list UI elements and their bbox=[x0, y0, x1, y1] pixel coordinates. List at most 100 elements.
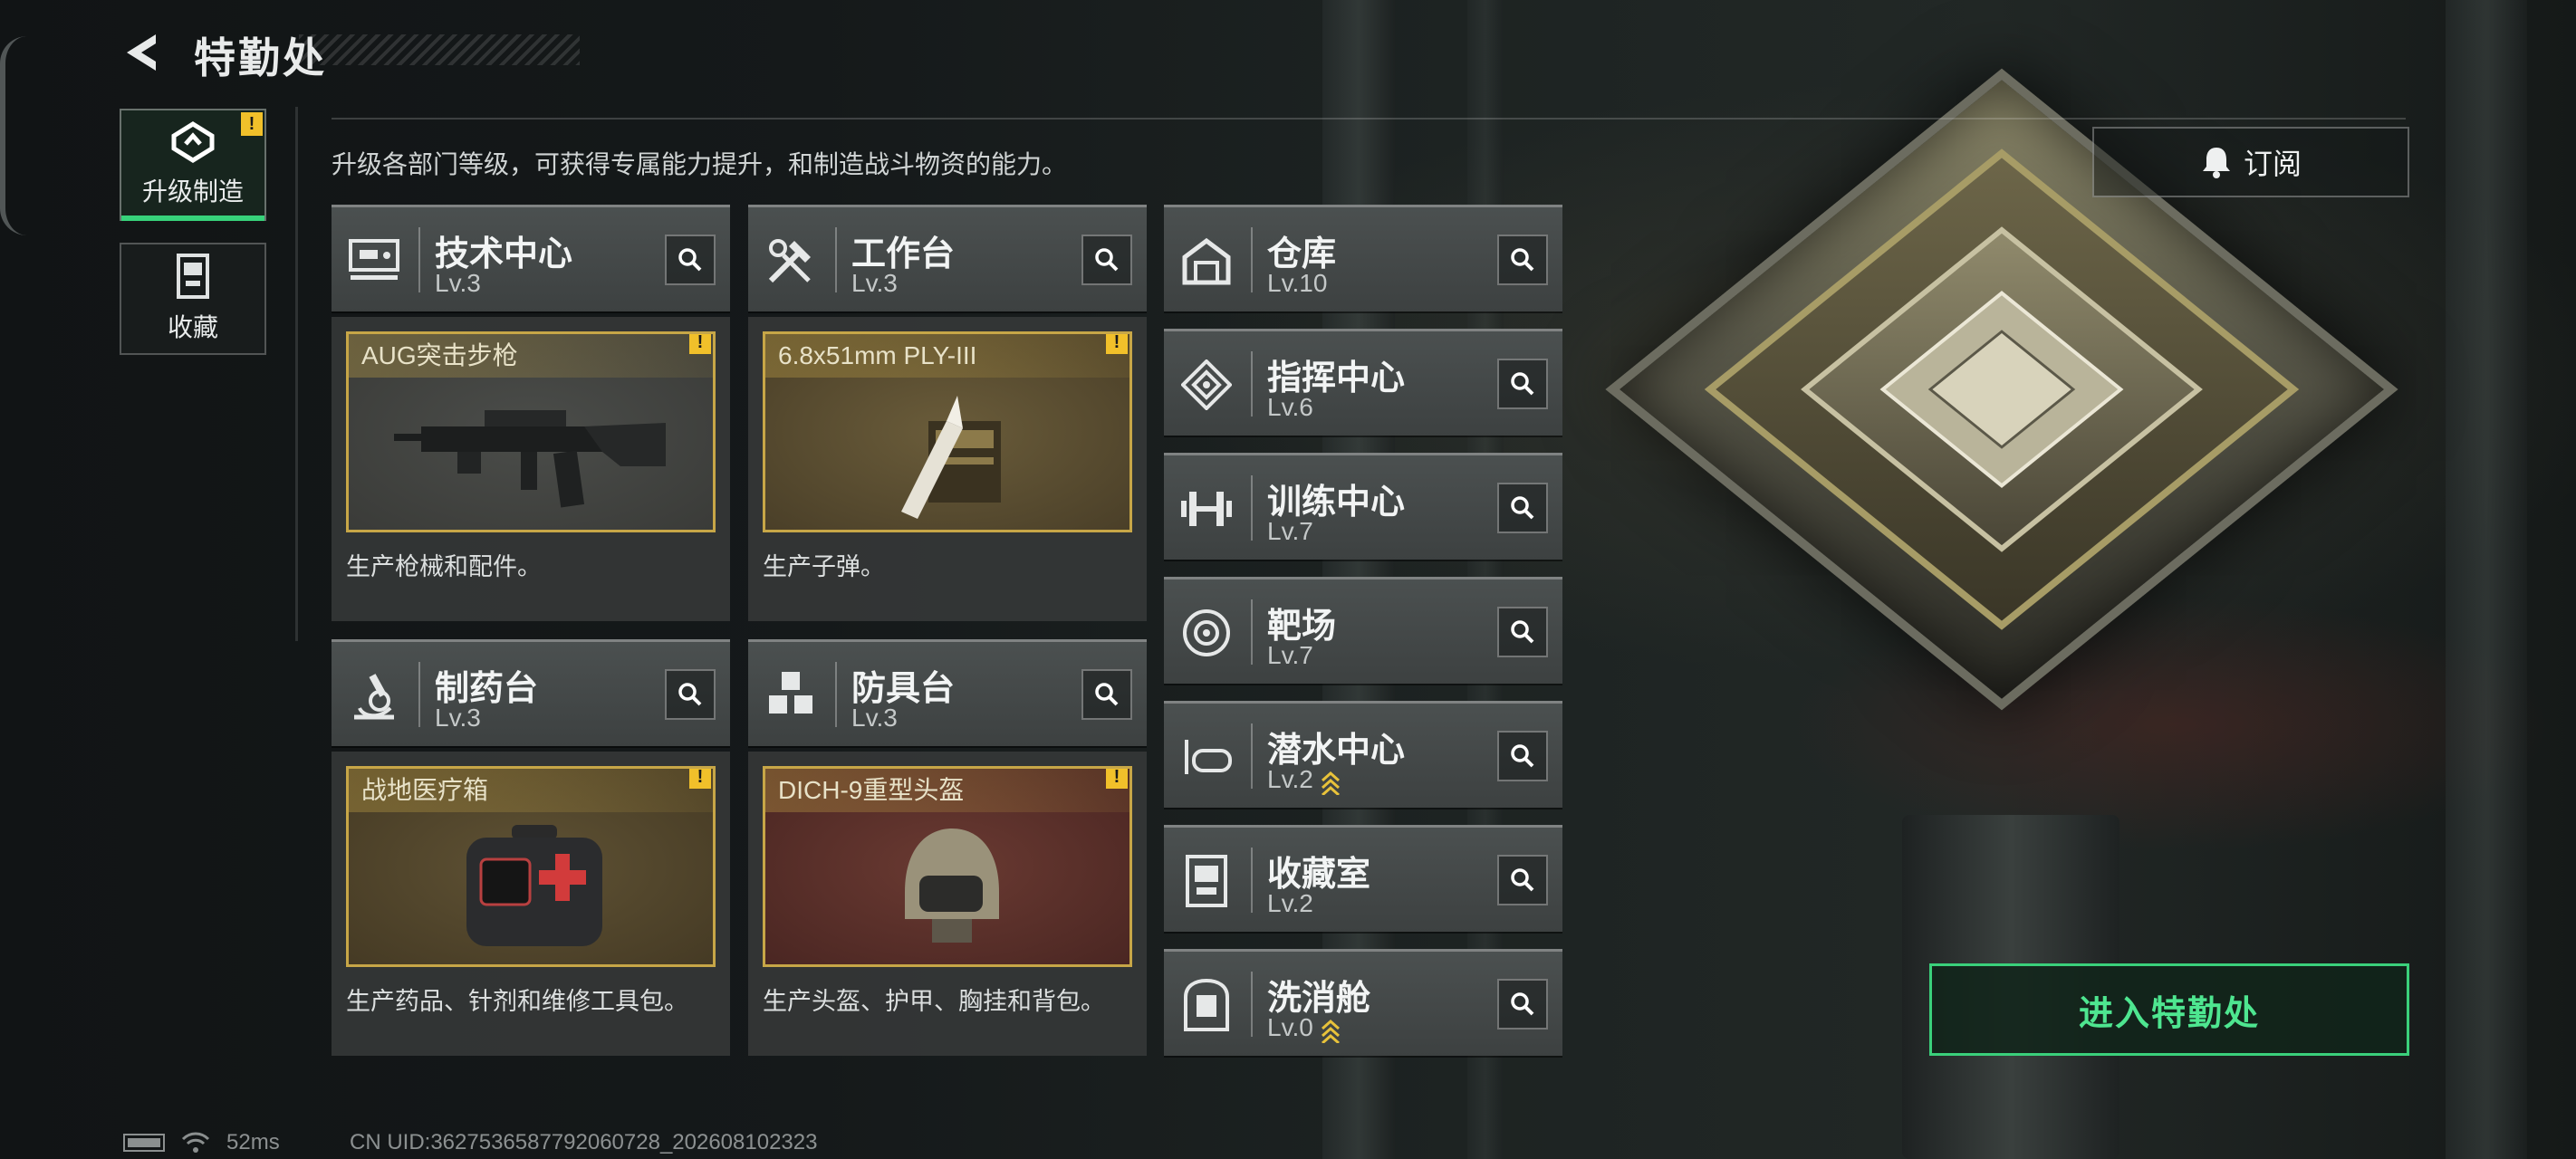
product-tile[interactable]: 战地医疗箱 ! bbox=[346, 766, 716, 967]
search-icon bbox=[1511, 992, 1534, 1016]
dept-name: 指挥中心 bbox=[1267, 359, 1406, 398]
dept-level: Lv.6 bbox=[1267, 393, 1313, 421]
upgrade-chevron-icon bbox=[1321, 1019, 1340, 1043]
ammo-image bbox=[901, 396, 1001, 519]
workshop-tech-center[interactable]: 技术中心 Lv.3 bbox=[332, 205, 730, 311]
dept-training-center[interactable]: 训练中心 Lv.7 bbox=[1164, 453, 1562, 560]
decon-icon bbox=[1177, 975, 1236, 1035]
page-title: 特勤处 bbox=[194, 34, 327, 81]
search-icon bbox=[1095, 248, 1119, 272]
back-button[interactable] bbox=[120, 29, 163, 76]
search-button[interactable] bbox=[1497, 483, 1548, 533]
side-nav-divider bbox=[295, 107, 298, 641]
collection-room-icon bbox=[1177, 851, 1236, 911]
battery-icon bbox=[123, 1134, 165, 1152]
ping-value: 52ms bbox=[226, 1130, 280, 1154]
subscribe-button[interactable]: 订阅 bbox=[2092, 127, 2409, 197]
search-icon bbox=[1511, 248, 1534, 272]
workshop-name: 技术中心 bbox=[435, 235, 573, 273]
workshop-product-card[interactable]: 战地医疗箱 ! 生产药品、针剂和维修工具包。 bbox=[332, 752, 730, 1056]
divider bbox=[1251, 599, 1253, 665]
collection-icon bbox=[177, 254, 209, 299]
dept-name: 收藏室 bbox=[1267, 856, 1371, 894]
search-icon bbox=[1511, 372, 1534, 396]
search-icon bbox=[678, 683, 702, 706]
side-nav-collection[interactable]: 收藏 bbox=[120, 243, 266, 355]
upgrade-icon bbox=[171, 121, 215, 163]
workshop-level: Lv.3 bbox=[435, 269, 481, 297]
workshop-name: 防具台 bbox=[851, 670, 956, 708]
top-rule bbox=[332, 118, 2406, 120]
product-name: 战地医疗箱 bbox=[349, 769, 713, 812]
page-subtitle: 升级各部门等级，可获得专属能力提升，和制造战斗物资的能力。 bbox=[332, 150, 1068, 178]
search-button[interactable] bbox=[1497, 979, 1548, 1030]
product-tile[interactable]: AUG突击步枪 ! bbox=[346, 331, 716, 532]
dept-name: 训练中心 bbox=[1267, 484, 1406, 522]
alert-badge: ! bbox=[1106, 769, 1128, 789]
workshop-description: 生产头盔、护甲、胸挂和背包。 bbox=[763, 988, 1105, 1015]
dept-level-row: Lv.2 bbox=[1267, 765, 1341, 795]
target-icon bbox=[1177, 603, 1236, 663]
workshop-product-card[interactable]: 6.8x51mm PLY-III ! 生产子弹。 bbox=[748, 317, 1147, 621]
dept-shooting-range[interactable]: 靶场 Lv.7 bbox=[1164, 577, 1562, 684]
dept-warehouse[interactable]: 仓库 Lv.10 bbox=[1164, 205, 1562, 311]
product-tile[interactable]: DICH-9重型头盔 ! bbox=[763, 766, 1132, 967]
search-button[interactable] bbox=[1497, 235, 1548, 285]
dept-collection-room[interactable]: 收藏室 Lv.2 bbox=[1164, 825, 1562, 932]
dept-level: Lv.2 bbox=[1267, 765, 1313, 793]
workshop-level: Lv.3 bbox=[435, 704, 481, 732]
background-pillar bbox=[2446, 0, 2527, 1159]
status-bar: 52ms bbox=[123, 1130, 280, 1155]
product-name: 6.8x51mm PLY-III bbox=[765, 334, 1129, 378]
workshop-name: 工作台 bbox=[851, 235, 956, 273]
search-button[interactable] bbox=[1081, 235, 1132, 285]
alert-badge: ! bbox=[689, 769, 711, 789]
side-nav-upgrade[interactable]: 升级制造 ! bbox=[120, 109, 266, 221]
search-button[interactable] bbox=[1497, 855, 1548, 905]
divider bbox=[418, 662, 420, 727]
dept-dive-center[interactable]: 潜水中心 Lv.2 bbox=[1164, 701, 1562, 808]
workshop-description: 生产枪械和配件。 bbox=[346, 553, 542, 580]
medkit-image bbox=[466, 825, 602, 946]
workshop-product-card[interactable]: AUG突击步枪 ! 生产枪械和配件。 bbox=[332, 317, 730, 621]
dept-level: Lv.0 bbox=[1267, 1013, 1313, 1041]
search-icon bbox=[1511, 744, 1534, 768]
search-button[interactable] bbox=[1497, 359, 1548, 409]
back-arrow-icon bbox=[127, 34, 156, 71]
title-stripe bbox=[299, 34, 580, 65]
dumbbell-icon bbox=[1177, 479, 1236, 539]
workshop-workbench[interactable]: 工作台 Lv.3 bbox=[748, 205, 1147, 311]
dept-name: 仓库 bbox=[1267, 235, 1337, 273]
dept-name: 靶场 bbox=[1267, 608, 1337, 646]
workshop-armor[interactable]: 防具台 Lv.3 bbox=[748, 639, 1147, 746]
alert-badge: ! bbox=[241, 112, 263, 136]
search-button[interactable] bbox=[1081, 669, 1132, 720]
divider bbox=[1251, 351, 1253, 417]
dept-command-center[interactable]: 指挥中心 Lv.6 bbox=[1164, 329, 1562, 436]
product-name: AUG突击步枪 bbox=[349, 334, 713, 378]
enter-facility-button[interactable]: 进入特勤处 bbox=[1929, 963, 2409, 1056]
rifle-image bbox=[394, 410, 666, 508]
tools-icon bbox=[761, 231, 821, 291]
side-nav-label: 升级制造 bbox=[141, 177, 244, 206]
subscribe-label: 订阅 bbox=[2243, 148, 2302, 180]
divider bbox=[1251, 475, 1253, 541]
alert-badge: ! bbox=[1106, 334, 1128, 354]
command-icon bbox=[1177, 355, 1236, 415]
bell-icon bbox=[2202, 148, 2230, 178]
divider bbox=[1251, 972, 1253, 1037]
search-button[interactable] bbox=[1497, 607, 1548, 657]
search-button[interactable] bbox=[1497, 731, 1548, 781]
search-button[interactable] bbox=[665, 235, 716, 285]
tech-center-icon bbox=[344, 231, 404, 291]
workshop-level: Lv.3 bbox=[851, 704, 898, 732]
edge-arc bbox=[0, 36, 36, 235]
workshop-product-card[interactable]: DICH-9重型头盔 ! 生产头盔、护甲、胸挂和背包。 bbox=[748, 752, 1147, 1056]
microscope-icon bbox=[344, 666, 404, 725]
workshop-pharmacy[interactable]: 制药台 Lv.3 bbox=[332, 639, 730, 746]
dept-level: Lv.2 bbox=[1267, 889, 1313, 917]
search-button[interactable] bbox=[665, 669, 716, 720]
search-icon bbox=[1511, 868, 1534, 892]
dept-decon-chamber[interactable]: 洗消舱 Lv.0 bbox=[1164, 949, 1562, 1056]
product-tile[interactable]: 6.8x51mm PLY-III ! bbox=[763, 331, 1132, 532]
